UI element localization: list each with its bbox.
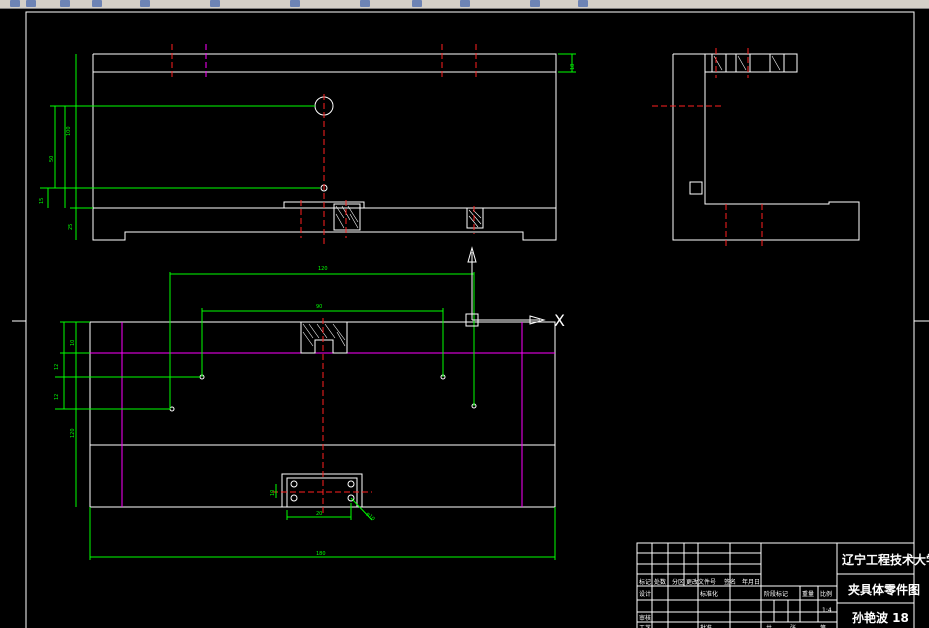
row-label-mark: 标记 — [639, 578, 651, 586]
sheet-border — [25, 11, 915, 628]
block-icon[interactable] — [578, 0, 588, 7]
label-stage: 阶段标记 — [764, 590, 788, 598]
row-label-zone: 分区 — [672, 578, 684, 586]
plan-view: 120 90 180 10 12 12 120 10 20 φ10 — [54, 266, 556, 560]
label-total: 共 — [766, 624, 772, 628]
dim-pad-hole: φ10 — [365, 511, 376, 522]
snap-icon[interactable] — [460, 0, 470, 7]
dim-top-50: 50 — [49, 156, 55, 162]
dim-pad-20: 20 — [316, 511, 322, 517]
ucs-icon: X — [465, 246, 565, 330]
label-weight: 重量 — [802, 590, 814, 598]
dim-pad-10: 10 — [270, 490, 276, 496]
label-sheet: 张 — [790, 624, 796, 628]
label-approve: 批准 — [700, 624, 712, 628]
dim-top-18: 18 — [570, 64, 576, 70]
redo-icon[interactable] — [26, 0, 36, 7]
dim-plan-120: 120 — [70, 428, 76, 438]
dim-top-15: 15 — [39, 198, 45, 204]
dim-plan-90: 90 — [316, 304, 322, 310]
undo-icon[interactable] — [10, 0, 20, 7]
label-process: 工艺 — [639, 624, 651, 628]
dim-plan-12a: 12 — [54, 364, 60, 370]
dim-plan-10: 10 — [70, 340, 76, 346]
ortho-icon[interactable] — [530, 0, 540, 7]
properties-icon[interactable] — [210, 0, 220, 7]
pan-icon[interactable] — [60, 0, 70, 7]
top-view: 100 50 15 25 18 — [39, 44, 576, 246]
row-label-change-doc: 更改文件号 — [686, 578, 716, 586]
dim-plan-12b: 12 — [54, 394, 60, 400]
title-drawing-name: 夹具体零件图 — [848, 582, 920, 597]
title-scale: 1:4 — [822, 607, 832, 614]
label-scale: 比例 — [820, 590, 832, 598]
side-view — [652, 48, 860, 246]
row-label-count: 处数 — [654, 578, 666, 586]
drawing-canvas[interactable]: 100 50 15 25 18 120 90 180 10 12 12 120 … — [0, 8, 929, 628]
dim-plan-overall: 180 — [316, 551, 326, 557]
dim-top-25: 25 — [68, 224, 74, 230]
label-number: 第 — [820, 624, 826, 628]
match-icon[interactable] — [290, 0, 300, 7]
label-review: 审核 — [639, 614, 651, 622]
layer-icon[interactable] — [140, 0, 150, 7]
dim-top-100: 100 — [66, 126, 72, 136]
zoom-icon[interactable] — [92, 0, 102, 7]
grid-icon[interactable] — [412, 0, 422, 7]
label-standard: 标准化 — [700, 590, 718, 598]
title-block: 辽宁工程技术大学 夹具体零件图 孙艳波 18 1:4 标记 处数 分区 更改文件… — [636, 542, 929, 628]
row-label-date: 年月日 — [742, 578, 760, 586]
row-label-sign: 签名 — [724, 578, 736, 586]
title-school: 辽宁工程技术大学 — [842, 552, 929, 567]
calculator-icon[interactable] — [360, 0, 370, 7]
dim-plan-180: 120 — [318, 266, 328, 272]
title-author: 孙艳波 18 — [852, 610, 909, 625]
label-design: 设计 — [639, 590, 651, 598]
ucs-x-label: X — [554, 311, 565, 330]
